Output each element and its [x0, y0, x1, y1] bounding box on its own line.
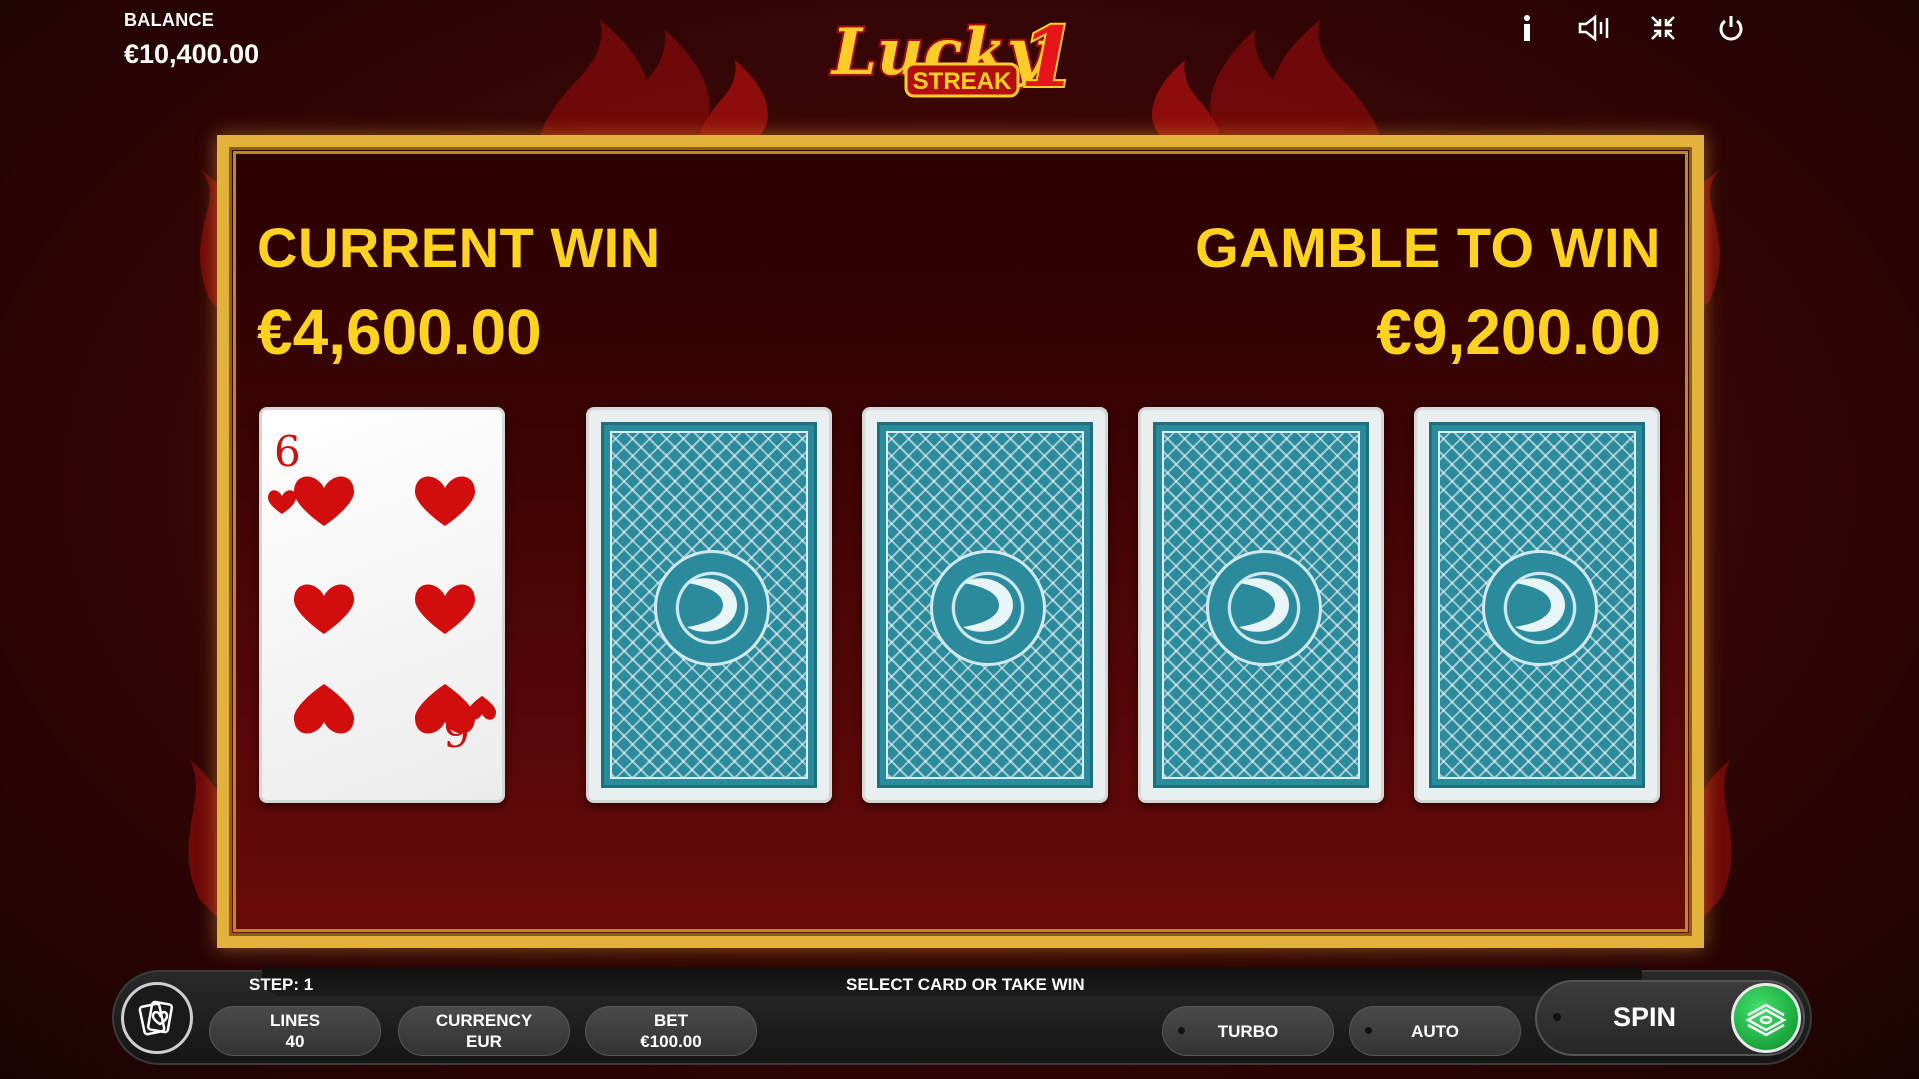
- balance-display: BALANCE €10,400.00: [124, 10, 259, 70]
- six-of-hearts-icon: 6 6: [268, 427, 496, 755]
- auto-button[interactable]: AUTO: [1349, 1006, 1521, 1056]
- currency-value: EUR: [466, 1032, 502, 1051]
- auto-label: AUTO: [1411, 1021, 1459, 1041]
- turbo-button[interactable]: TURBO: [1162, 1006, 1334, 1056]
- face-down-card-1[interactable]: [586, 407, 832, 803]
- balance-value: €10,400.00: [124, 39, 260, 69]
- gamble-to-win-value: €9,200.00: [1376, 296, 1661, 368]
- balance-label: BALANCE: [124, 10, 215, 30]
- minimize-icon[interactable]: [1645, 10, 1681, 46]
- face-down-card-4[interactable]: [1414, 407, 1660, 803]
- status-message: SELECT CARD OR TAKE WIN: [846, 975, 1085, 994]
- take-win-button[interactable]: [1731, 983, 1801, 1053]
- face-down-card-3[interactable]: [1138, 407, 1384, 803]
- face-down-card-2[interactable]: [862, 407, 1108, 803]
- logo-number: 1: [1020, 10, 1077, 106]
- current-win-value: €4,600.00: [257, 296, 542, 368]
- card-rank-top: 6: [274, 427, 301, 476]
- gamble-cards-button[interactable]: [121, 982, 193, 1054]
- bet-selector[interactable]: BET €100.00: [585, 1006, 757, 1056]
- currency-label: CURRENCY: [435, 1011, 533, 1030]
- info-icon[interactable]: [1509, 10, 1545, 46]
- spin-label: SPIN: [1613, 1002, 1677, 1032]
- power-icon[interactable]: [1713, 10, 1749, 46]
- lines-label: LINES: [269, 1011, 321, 1030]
- step-indicator: STEP: 1: [249, 975, 314, 994]
- dealer-card: 6 6: [259, 407, 505, 803]
- cash-stack-icon: [1745, 1003, 1787, 1037]
- logo-subtitle: STREAK: [913, 68, 1012, 95]
- game-logo: Lucky 1 STREAK: [828, 8, 1079, 108]
- current-win-label: CURRENT WIN: [257, 216, 661, 279]
- turbo-label: TURBO: [1217, 1021, 1279, 1041]
- sound-icon[interactable]: [1577, 10, 1613, 46]
- currency-selector[interactable]: CURRENCY EUR: [398, 1006, 570, 1056]
- gamble-to-win-label: GAMBLE TO WIN: [1195, 216, 1661, 279]
- top-toolbar: [1509, 10, 1749, 46]
- card-rank-bottom: 6: [443, 706, 470, 755]
- spin-button[interactable]: SPIN: [1535, 980, 1805, 1056]
- lines-value: 40: [285, 1032, 305, 1051]
- bet-label: BET: [654, 1011, 688, 1030]
- cards-heart-icon: [138, 1000, 174, 1036]
- lines-selector[interactable]: LINES 40: [209, 1006, 381, 1056]
- bet-value: €100.00: [640, 1032, 702, 1051]
